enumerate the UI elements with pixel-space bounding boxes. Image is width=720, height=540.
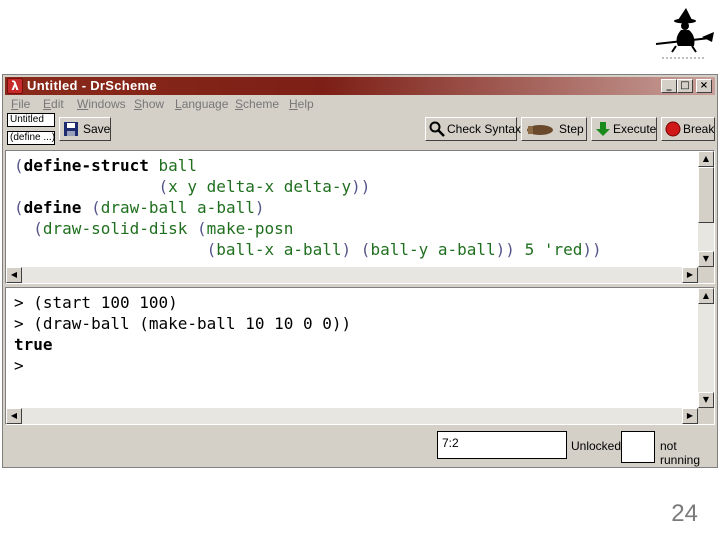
title-bar[interactable]: λ Untitled - DrScheme _ □ × (5, 77, 715, 95)
cursor-position: 7:2 (437, 431, 567, 459)
scroll-right-icon[interactable]: ▶ (682, 408, 698, 424)
code-token: make-posn (206, 219, 294, 238)
code-token: define (23, 198, 82, 217)
save-button[interactable]: Save (59, 117, 111, 141)
interactions-code[interactable]: > (start 100 100) > (draw-ball (make-ball… (14, 292, 351, 376)
code-token: ball-x a-ball (216, 240, 342, 259)
code-line: > (14, 355, 351, 376)
code-line: (define (draw-ball a-ball) (14, 197, 602, 218)
check-syntax-label: Check Syntax (447, 122, 522, 136)
scroll-up-icon[interactable]: ▲ (698, 151, 714, 167)
code-token: ( (14, 156, 24, 175)
menu-windows[interactable]: Windows (77, 97, 126, 111)
maximize-button[interactable]: □ (677, 79, 693, 93)
menu-help[interactable]: Help (289, 97, 314, 111)
code-line: > (start 100 100) (14, 292, 351, 313)
code-token: ( (197, 219, 207, 238)
lambda-icon: λ (7, 78, 23, 94)
code-token: true (14, 335, 53, 354)
definitions-vertical-scrollbar[interactable]: ▲ ▼ (698, 151, 714, 267)
code-token: ( (33, 219, 43, 238)
execute-button[interactable]: Execute (591, 117, 657, 141)
definitions-code[interactable]: (define-struct ball (x y delta-x delta-y… (14, 155, 602, 260)
code-token: x y delta-x delta-y (168, 177, 352, 196)
scroll-right-icon[interactable]: ▶ (682, 267, 698, 283)
menu-show[interactable]: Show (134, 97, 164, 111)
code-line: true (14, 334, 351, 355)
code-token: ( (91, 198, 101, 217)
menu-language[interactable]: Language (175, 97, 228, 111)
save-label: Save (83, 122, 111, 136)
drscheme-window: λ Untitled - DrScheme _ □ × File Edit Wi… (2, 74, 718, 468)
definitions-horizontal-scrollbar[interactable]: ◀ ▶ (6, 267, 698, 283)
interactions-vertical-scrollbar[interactable]: ▲ ▼ (698, 288, 714, 408)
definitions-window[interactable]: (define-struct ball (x y delta-x delta-y… (5, 150, 715, 284)
step-label: Step (559, 122, 584, 136)
code-token: > (start 100 100) (14, 293, 178, 312)
witch-logo-icon (655, 8, 714, 59)
code-token: )) (495, 240, 525, 259)
scroll-down-icon[interactable]: ▼ (698, 392, 714, 408)
code-token: ball-y a-ball (370, 240, 496, 259)
code-line: (define-struct ball (14, 155, 602, 176)
stop-icon (665, 121, 681, 137)
code-line: (x y delta-x delta-y)) (14, 176, 602, 197)
filename-button[interactable]: Untitled (7, 113, 55, 127)
minimize-button[interactable]: _ (661, 79, 677, 93)
running-status: not running (660, 439, 701, 467)
menu-bar: File Edit Windows Show Language Scheme H… (5, 96, 715, 114)
code-line: > (draw-ball (make-ball 10 10 0 0)) (14, 313, 351, 334)
scroll-up-icon[interactable]: ▲ (698, 288, 714, 304)
scroll-left-icon[interactable]: ◀ (6, 408, 22, 424)
down-arrow-icon (596, 122, 610, 136)
interactions-horizontal-scrollbar[interactable]: ◀ ▶ (6, 408, 698, 424)
interactions-window[interactable]: > (start 100 100) > (draw-ball (make-ball… (5, 287, 715, 425)
code-token: ball (158, 156, 198, 175)
scroll-thumb[interactable] (698, 167, 714, 223)
foot-icon (527, 125, 553, 135)
code-token: 5 (524, 240, 535, 259)
break-button[interactable]: Break (661, 117, 715, 141)
window-title: Untitled - DrScheme (27, 78, 157, 93)
menu-scheme[interactable]: Scheme (235, 97, 279, 111)
code-token: 'red (543, 240, 583, 259)
code-line: (draw-solid-disk (make-posn (14, 218, 602, 239)
code-token: ( (158, 177, 169, 196)
code-token: draw-solid-disk (42, 219, 198, 238)
menu-file[interactable]: File (11, 97, 30, 111)
running-indicator (621, 431, 655, 463)
code-token: define-struct (23, 156, 149, 175)
code-token: )) (582, 240, 602, 259)
define-menu[interactable]: (define ...) (7, 131, 55, 145)
code-token: ) (254, 198, 265, 217)
code-token: )) (351, 177, 371, 196)
code-token: ( (206, 240, 217, 259)
floppy-disk-icon (64, 122, 78, 136)
code-line: (ball-x a-ball) (ball-y a-ball)) 5 'red)… (14, 239, 602, 260)
code-token: > (draw-ball (make-ball 10 10 0 0)) (14, 314, 352, 333)
menu-edit[interactable]: Edit (43, 97, 64, 111)
break-label: Break (683, 122, 715, 136)
close-button[interactable]: × (696, 79, 712, 93)
code-token: ) ( (341, 240, 371, 259)
status-bar: 7:2 Unlocked not running (5, 429, 715, 467)
code-token: > (14, 356, 24, 375)
step-button[interactable]: Step (521, 117, 587, 141)
code-token: draw-ball a-ball (100, 198, 255, 217)
magnifier-icon (429, 121, 445, 137)
execute-label: Execute (613, 122, 657, 136)
scroll-left-icon[interactable]: ◀ (6, 267, 22, 283)
page-number: 24 (671, 500, 698, 527)
check-syntax-button[interactable]: Check Syntax (425, 117, 521, 141)
code-token: ( (14, 198, 24, 217)
lock-status[interactable]: Unlocked (571, 439, 621, 453)
scroll-down-icon[interactable]: ▼ (698, 251, 714, 267)
